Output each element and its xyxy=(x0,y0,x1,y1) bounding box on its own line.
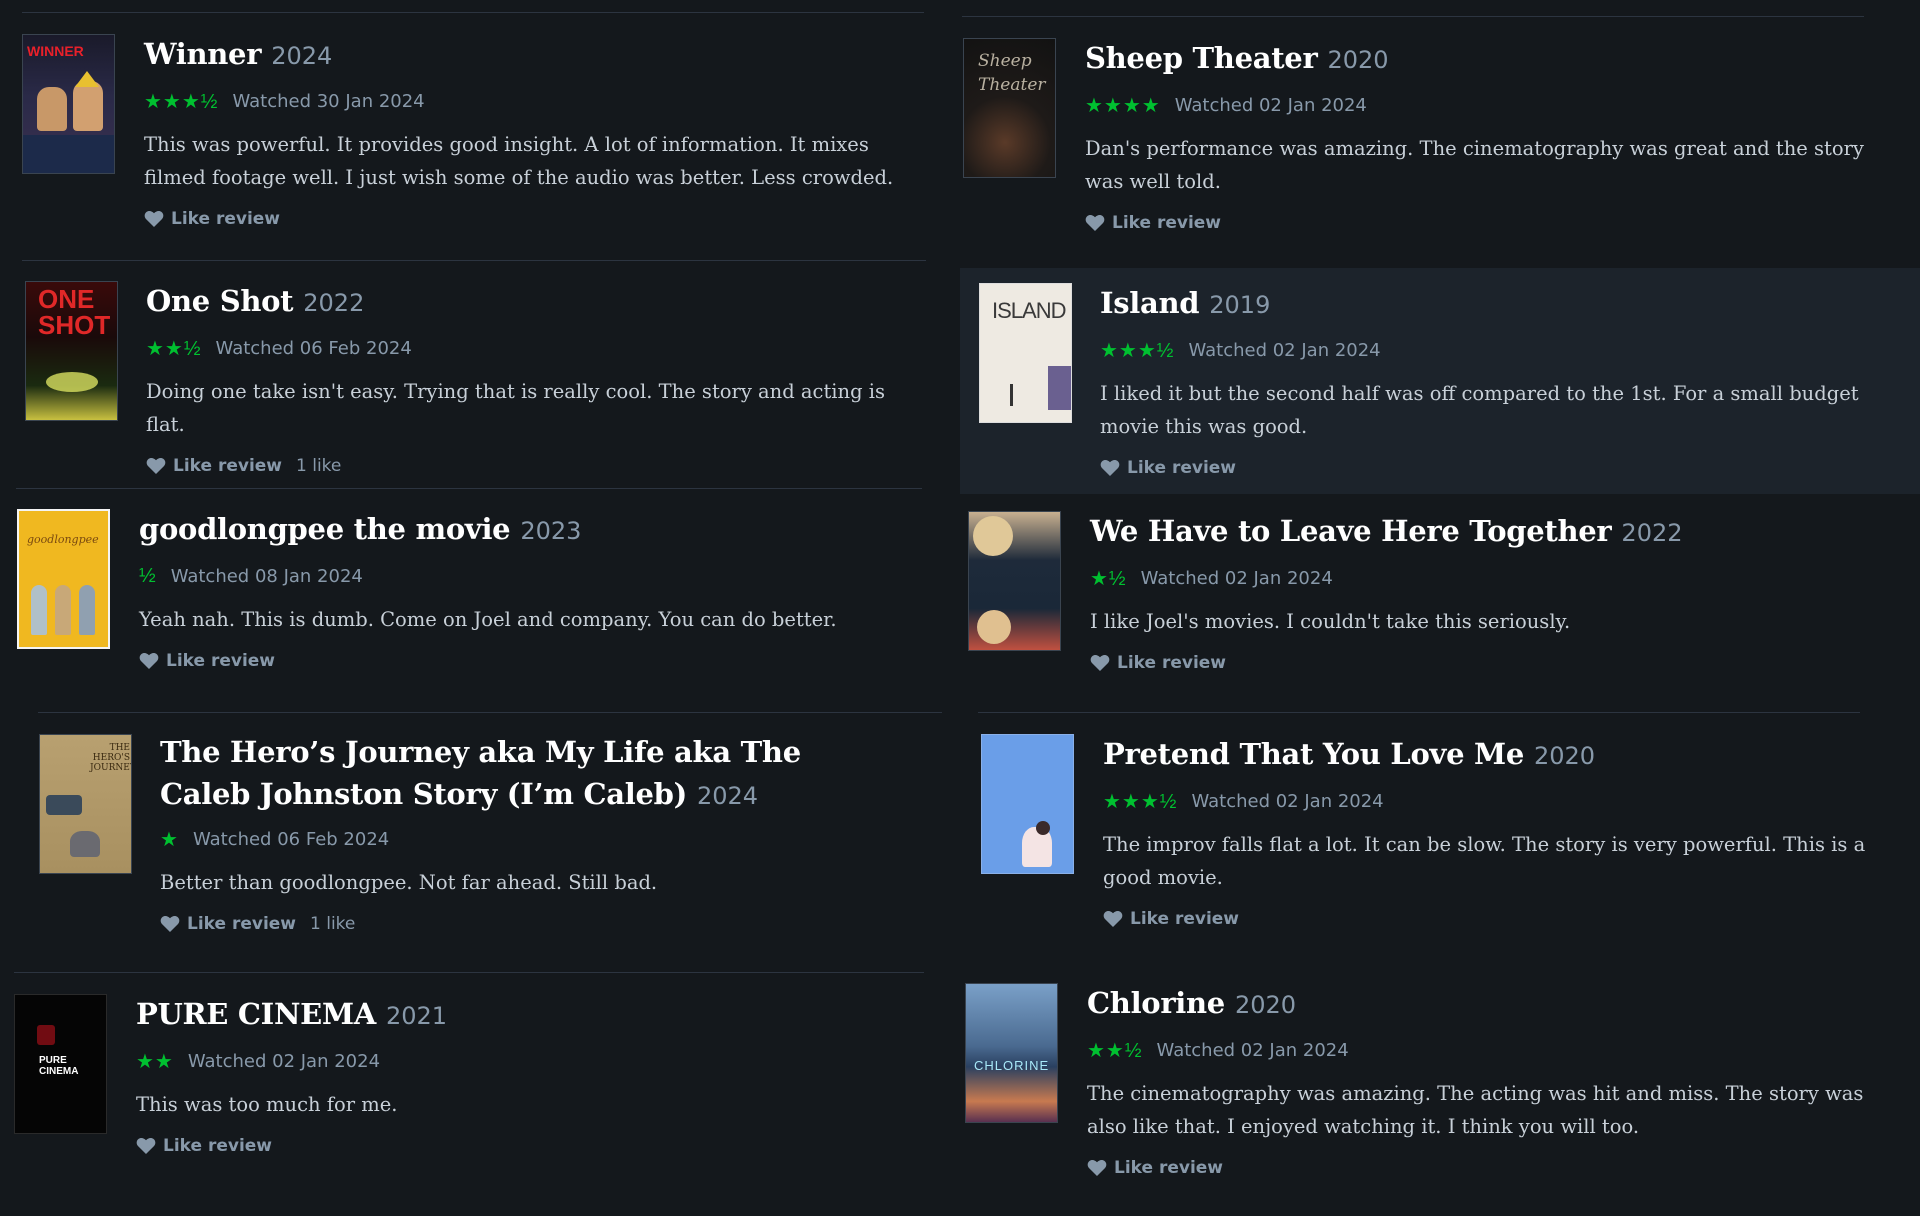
heart-icon[interactable] xyxy=(1087,1159,1107,1177)
watched-date: Watched 02 Jan 2024 xyxy=(1174,94,1367,116)
poster-title-text: ONE SHOT xyxy=(38,284,111,340)
watched-date: Watched 02 Jan 2024 xyxy=(187,1050,381,1072)
like-review-button[interactable]: Like review xyxy=(166,651,275,671)
heart-icon[interactable] xyxy=(1090,654,1110,672)
poster-title-text: PURE CINEMA xyxy=(39,1055,79,1077)
film-title[interactable]: PURE CINEMA xyxy=(136,997,376,1031)
film-year[interactable]: 2024 xyxy=(697,782,758,810)
left-review-column: WINNER Winner 2024 ★★★½ Watched 30 Jan 20… xyxy=(0,0,960,1216)
review-text: This was powerful. It provides good insi… xyxy=(144,133,894,189)
rating-stars: ★½ xyxy=(1090,567,1127,590)
watched-date: Watched 02 Jan 2024 xyxy=(1191,790,1384,812)
watched-date: Watched 02 Jan 2024 xyxy=(1188,339,1381,361)
like-review-button[interactable]: Like review xyxy=(1117,653,1226,673)
watched-date: Watched 02 Jan 2024 xyxy=(1156,1039,1349,1061)
divider xyxy=(22,260,926,261)
divider xyxy=(22,12,924,13)
watched-date: Watched 08 Jan 2024 xyxy=(170,565,363,587)
film-year[interactable]: 2020 xyxy=(1534,742,1595,770)
poster-title-text: goodlongpee xyxy=(27,533,99,546)
divider xyxy=(16,488,922,489)
film-title[interactable]: Island xyxy=(1100,286,1200,320)
review-text: Yeah nah. This is dumb. Come on Joel and… xyxy=(139,608,837,631)
film-headline: Winner 2024 xyxy=(144,34,924,80)
like-count[interactable]: 1 like xyxy=(310,914,355,934)
like-review-button[interactable]: Like review xyxy=(171,209,280,229)
poster-title-text: ISLAND xyxy=(992,298,1066,323)
film-year[interactable]: 2020 xyxy=(1327,46,1388,74)
heart-icon[interactable] xyxy=(146,457,166,475)
heart-icon[interactable] xyxy=(144,210,164,228)
rating-stars: ½ xyxy=(139,564,157,587)
poster-sheep-theater[interactable]: Sheep Theater xyxy=(963,38,1056,178)
rating-stars: ★★ xyxy=(136,1050,174,1073)
poster-winner[interactable]: WINNER xyxy=(22,34,115,174)
rating-stars: ★ xyxy=(160,828,179,851)
like-review-button[interactable]: Like review xyxy=(1114,1158,1223,1178)
rating-stars: ★★★★ xyxy=(1085,94,1161,117)
poster-island[interactable]: ISLAND xyxy=(979,283,1072,423)
review-text: Dan's performance was amazing. The cinem… xyxy=(1085,137,1864,193)
like-review-button[interactable]: Like review xyxy=(1112,213,1221,233)
film-year[interactable]: 2022 xyxy=(303,289,364,317)
review-text: I like Joel's movies. I couldn't take th… xyxy=(1090,610,1571,633)
watched-date: Watched 06 Feb 2024 xyxy=(192,828,390,850)
poster-title-text: WINNER xyxy=(27,43,84,59)
film-title[interactable]: Sheep Theater xyxy=(1085,41,1318,75)
poster-chlorine[interactable]: CHLORINE xyxy=(965,983,1058,1123)
like-review-button[interactable]: Like review xyxy=(163,1136,272,1156)
film-year[interactable]: 2019 xyxy=(1209,291,1270,319)
poster-title-text: THE HERO'S JOURNEY xyxy=(90,743,132,773)
film-title[interactable]: Pretend That You Love Me xyxy=(1103,737,1524,771)
film-year[interactable]: 2021 xyxy=(386,1002,447,1030)
watched-date: Watched 02 Jan 2024 xyxy=(1140,567,1333,589)
rating-stars: ★★½ xyxy=(146,337,202,360)
film-title[interactable]: Chlorine xyxy=(1087,986,1225,1020)
like-review-button[interactable]: Like review xyxy=(173,456,282,476)
heart-icon[interactable] xyxy=(139,652,159,670)
like-review-button[interactable]: Like review xyxy=(187,914,296,934)
poster-one-shot[interactable]: ONE SHOT xyxy=(25,281,118,421)
poster-we-have-to-leave[interactable] xyxy=(968,511,1061,651)
watched-date: Watched 06 Feb 2024 xyxy=(215,337,412,359)
divider xyxy=(38,712,942,713)
film-year[interactable]: 2022 xyxy=(1621,519,1682,547)
film-title[interactable]: We Have to Leave Here Together xyxy=(1090,514,1612,548)
review-text: Doing one take isn't easy. Trying that i… xyxy=(146,380,886,436)
poster-heros-journey[interactable]: THE HERO'S JOURNEY xyxy=(39,734,132,874)
like-review-button[interactable]: Like review xyxy=(1130,909,1239,929)
film-year[interactable]: 2024 xyxy=(271,42,332,70)
film-year[interactable]: 2020 xyxy=(1235,991,1296,1019)
rating-stars: ★★★½ xyxy=(144,90,219,113)
divider xyxy=(14,972,924,973)
heart-icon[interactable] xyxy=(1103,910,1123,928)
watched-date: Watched 30 Jan 2024 xyxy=(232,90,425,112)
right-review-column: Sheep Theater Sheep Theater 2020 ★★★★ Wat… xyxy=(960,0,1920,1216)
poster-title-text: CHLORINE xyxy=(974,1058,1050,1073)
film-title[interactable]: goodlongpee the movie xyxy=(139,512,511,546)
divider xyxy=(978,712,1860,713)
heart-icon[interactable] xyxy=(1085,214,1105,232)
heart-icon[interactable] xyxy=(160,915,180,933)
film-title[interactable]: Winner xyxy=(144,37,261,71)
film-year[interactable]: 2023 xyxy=(520,517,581,545)
film-title[interactable]: One Shot xyxy=(146,284,294,318)
divider xyxy=(962,16,1864,17)
review-text: This was too much for me. xyxy=(136,1093,398,1116)
like-review-button[interactable]: Like review xyxy=(1127,458,1236,478)
poster-pretend-that-you-love-me[interactable] xyxy=(981,734,1074,874)
like-count[interactable]: 1 like xyxy=(296,456,341,476)
heart-icon[interactable] xyxy=(136,1137,156,1155)
rating-stars: ★★½ xyxy=(1087,1039,1143,1062)
review-text: I liked it but the second half was off c… xyxy=(1100,382,1859,438)
heart-icon[interactable] xyxy=(1100,459,1120,477)
rating-stars: ★★★½ xyxy=(1103,790,1178,813)
rating-stars: ★★★½ xyxy=(1100,339,1175,362)
review-text: The improv falls flat a lot. It can be s… xyxy=(1103,833,1866,889)
review-text: Better than goodlongpee. Not far ahead. … xyxy=(160,871,658,894)
review-text: The cinematography was amazing. The acti… xyxy=(1087,1082,1864,1138)
poster-title-text: Sheep Theater xyxy=(978,51,1046,95)
poster-goodlongpee[interactable]: goodlongpee xyxy=(17,509,110,649)
poster-pure-cinema[interactable]: PURE CINEMA xyxy=(14,994,107,1134)
